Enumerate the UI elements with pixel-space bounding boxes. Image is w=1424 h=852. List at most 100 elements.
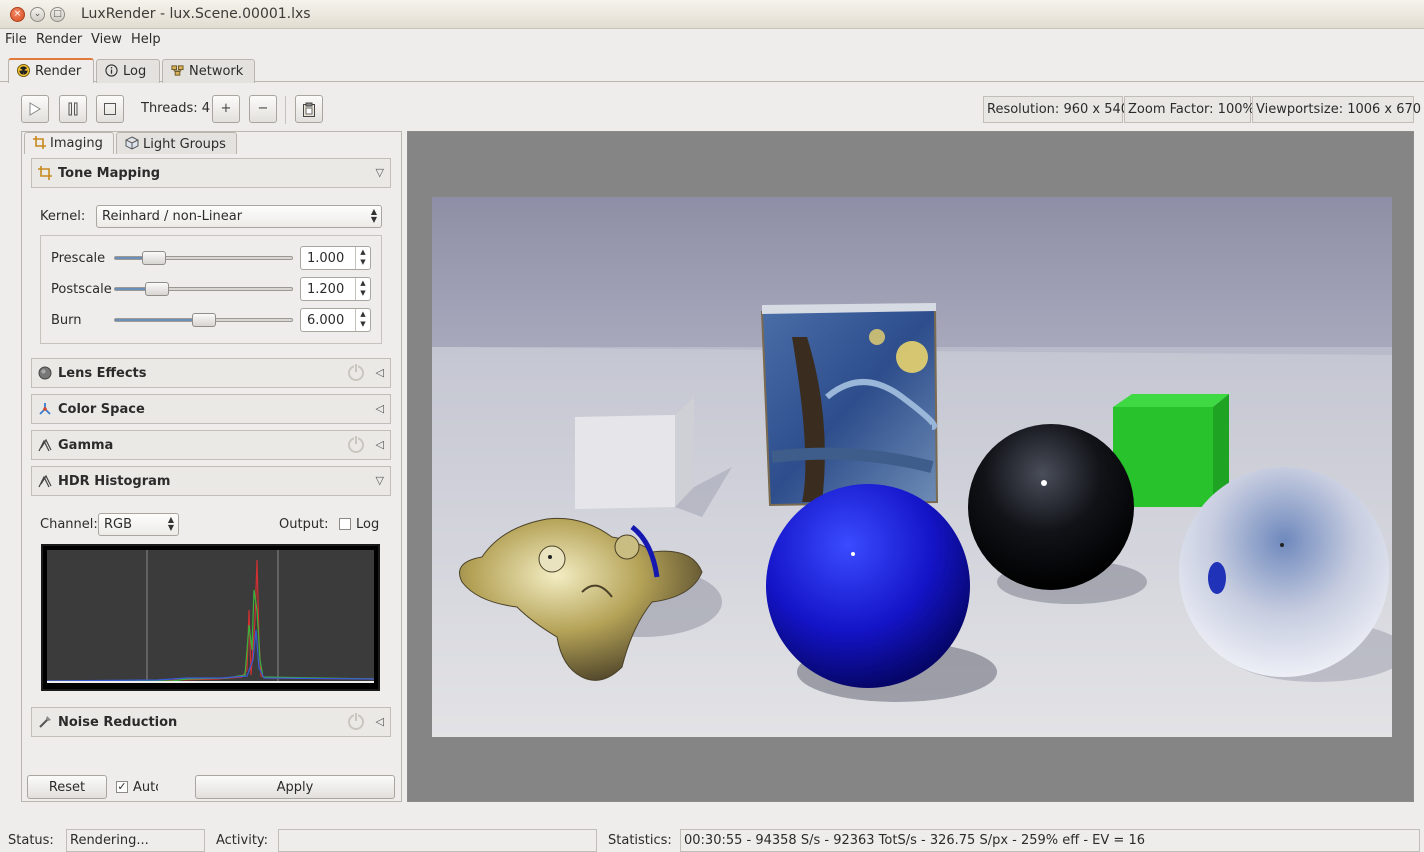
channel-label: Channel: bbox=[40, 517, 98, 532]
pause-render-button[interactable] bbox=[59, 95, 87, 123]
color-space-icon bbox=[39, 403, 51, 415]
toolbar-divider bbox=[285, 96, 286, 124]
postscale-value: 1.200 bbox=[307, 282, 345, 297]
histogram-icon bbox=[38, 474, 52, 488]
clipboard-icon bbox=[303, 102, 315, 117]
channel-select-value: RGB bbox=[104, 517, 133, 532]
statistics-value: 00:30:55 - 94358 S/s - 92363 TotS/s - 32… bbox=[680, 829, 1420, 852]
menu-render[interactable]: Render bbox=[36, 32, 82, 47]
rendered-image bbox=[432, 197, 1392, 737]
tab-light-groups[interactable]: Light Groups bbox=[116, 132, 237, 154]
gamma-icon bbox=[38, 438, 52, 452]
chevron-left-icon: ◁ bbox=[375, 715, 384, 728]
lens-icon bbox=[38, 366, 52, 380]
minus-icon: − bbox=[257, 101, 269, 116]
power-toggle-icon[interactable] bbox=[348, 712, 364, 730]
postscale-slider-handle[interactable] bbox=[145, 282, 169, 296]
prescale-slider-handle[interactable] bbox=[141, 251, 166, 265]
tab-log-label: Log bbox=[123, 64, 147, 79]
menu-bar: File Render View Help bbox=[0, 29, 1424, 51]
add-thread-button[interactable]: + bbox=[212, 95, 240, 123]
crop-icon bbox=[33, 136, 46, 149]
postscale-spinbox[interactable]: 1.200 ▲ ▼ bbox=[300, 277, 371, 301]
channel-select[interactable]: RGB ▲ ▼ bbox=[98, 513, 179, 536]
zoom-factor-display: Zoom Factor: 100% bbox=[1124, 96, 1255, 123]
status-value: Rendering... bbox=[66, 829, 205, 852]
info-icon bbox=[105, 64, 118, 77]
power-toggle-icon[interactable] bbox=[348, 363, 364, 381]
network-icon bbox=[171, 65, 184, 76]
hdr-histogram-canvas bbox=[41, 544, 380, 691]
render-scene bbox=[432, 197, 1392, 737]
close-window-button[interactable]: × bbox=[10, 7, 25, 22]
plus-icon: + bbox=[220, 101, 232, 116]
spin-arrows-icon[interactable]: ▲ ▼ bbox=[355, 247, 370, 269]
auto-checkbox[interactable]: ✓ bbox=[116, 781, 128, 793]
chevron-down-icon: ▽ bbox=[375, 474, 384, 487]
resolution-display: Resolution: 960 x 540 bbox=[983, 96, 1129, 123]
histogram-graph bbox=[46, 550, 375, 683]
updown-arrows-icon: ▲ ▼ bbox=[167, 515, 174, 532]
kernel-label: Kernel: bbox=[40, 209, 86, 224]
status-label: Status: bbox=[8, 833, 54, 848]
statistics-label: Statistics: bbox=[608, 833, 672, 848]
spin-arrows-icon[interactable]: ▲ ▼ bbox=[355, 309, 370, 331]
apply-button[interactable]: Apply bbox=[195, 775, 395, 799]
chevron-down-icon: ▽ bbox=[375, 166, 384, 179]
chevron-left-icon: ◁ bbox=[375, 402, 384, 415]
prescale-label: Prescale bbox=[51, 251, 106, 266]
tab-imaging[interactable]: Imaging bbox=[24, 132, 114, 154]
burn-spinbox[interactable]: 6.000 ▲ ▼ bbox=[300, 308, 371, 332]
start-render-button[interactable] bbox=[21, 95, 49, 123]
remove-thread-button[interactable]: − bbox=[249, 95, 277, 123]
render-viewport[interactable] bbox=[407, 131, 1414, 802]
hdr-histogram-header[interactable]: HDR Histogram ▽ bbox=[31, 466, 391, 496]
prescale-value: 1.000 bbox=[307, 251, 345, 266]
burn-slider-handle[interactable] bbox=[191, 313, 216, 327]
power-toggle-icon[interactable] bbox=[348, 435, 364, 453]
reset-button[interactable]: Reset bbox=[27, 775, 107, 799]
output-label: Output: bbox=[279, 517, 329, 532]
tab-render[interactable]: Render bbox=[8, 58, 94, 83]
maximize-window-button[interactable]: □ bbox=[50, 7, 65, 22]
hdr-histogram-title: HDR Histogram bbox=[58, 474, 171, 489]
minimize-window-button[interactable]: ⌄ bbox=[30, 7, 45, 22]
tab-light-groups-label: Light Groups bbox=[143, 137, 226, 152]
wand-icon bbox=[39, 716, 51, 728]
tab-render-label: Render bbox=[35, 64, 82, 79]
postscale-slider[interactable] bbox=[114, 287, 293, 291]
noise-reduction-header[interactable]: Noise Reduction ◁ bbox=[31, 707, 391, 737]
tab-network[interactable]: Network bbox=[162, 59, 255, 83]
prescale-spinbox[interactable]: 1.000 ▲ ▼ bbox=[300, 246, 371, 270]
cube-icon bbox=[125, 136, 139, 150]
spin-arrows-icon[interactable]: ▲ ▼ bbox=[355, 278, 370, 300]
prescale-slider[interactable] bbox=[114, 256, 293, 260]
kernel-select-value: Reinhard / non-Linear bbox=[102, 209, 243, 224]
chevron-left-icon: ◁ bbox=[375, 438, 384, 451]
play-icon bbox=[29, 102, 41, 116]
tab-network-label: Network bbox=[189, 64, 244, 79]
stop-render-button[interactable] bbox=[96, 95, 124, 123]
threads-label: Threads: 4 bbox=[141, 101, 211, 116]
color-space-header[interactable]: Color Space ◁ bbox=[31, 394, 391, 424]
title-bar: × ⌄ □ LuxRender - lux.Scene.00001.lxs bbox=[0, 0, 1424, 29]
tone-mapping-header[interactable]: Tone Mapping ▽ bbox=[31, 158, 391, 188]
kernel-select[interactable]: Reinhard / non-Linear ▲ ▼ bbox=[96, 205, 382, 228]
copy-to-clipboard-button[interactable] bbox=[295, 95, 323, 123]
log-label: Log bbox=[356, 517, 380, 532]
radiation-icon bbox=[17, 64, 30, 77]
pause-icon bbox=[68, 102, 78, 116]
gamma-header[interactable]: Gamma ◁ bbox=[31, 430, 391, 460]
menu-view[interactable]: View bbox=[91, 32, 122, 47]
tab-log[interactable]: Log bbox=[96, 59, 160, 83]
menu-help[interactable]: Help bbox=[131, 32, 161, 47]
lens-effects-header[interactable]: Lens Effects ◁ bbox=[31, 358, 391, 388]
color-space-title: Color Space bbox=[58, 402, 145, 417]
log-checkbox[interactable] bbox=[339, 518, 351, 530]
window-title: LuxRender - lux.Scene.00001.lxs bbox=[81, 6, 311, 22]
menu-file[interactable]: File bbox=[5, 32, 27, 47]
crop-icon bbox=[38, 166, 52, 180]
lens-effects-title: Lens Effects bbox=[58, 366, 147, 381]
postscale-label: Postscale bbox=[51, 282, 112, 297]
histogram-plot-area bbox=[46, 550, 375, 683]
